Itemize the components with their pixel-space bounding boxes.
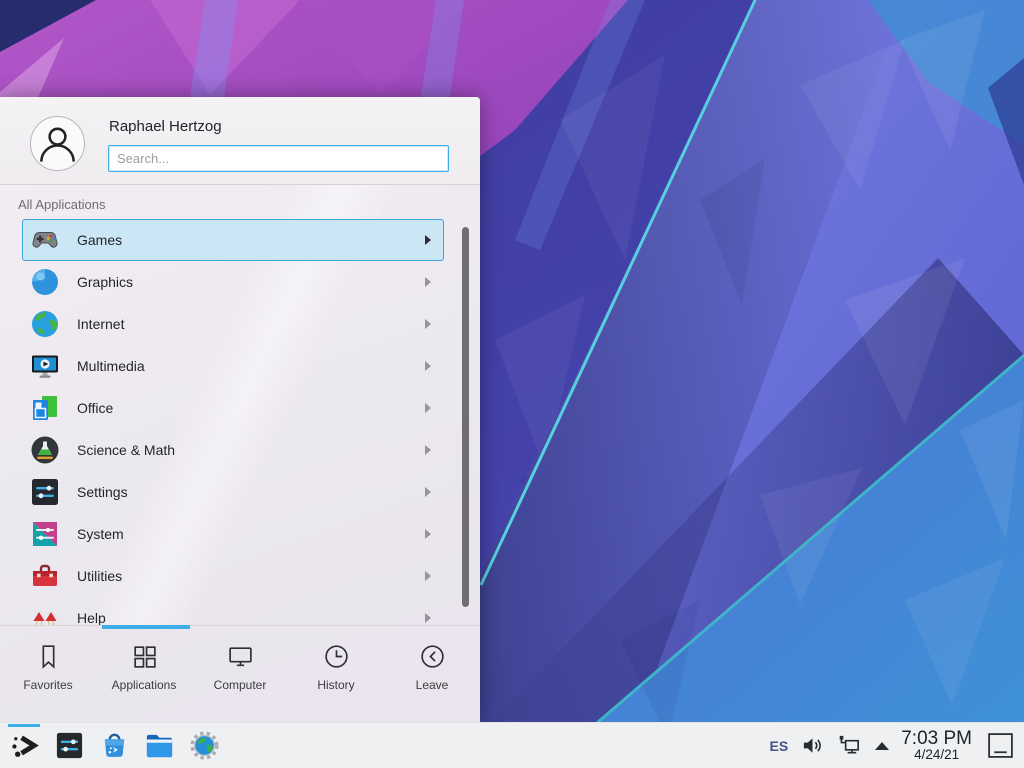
tab-leave[interactable]: Leave xyxy=(384,642,480,722)
tab-favorites[interactable]: Favorites xyxy=(0,642,96,722)
sliders-icon xyxy=(29,476,61,508)
tab-label: Computer xyxy=(214,678,267,692)
menu-item-label: Internet xyxy=(77,316,124,332)
tab-label: History xyxy=(317,678,354,692)
menu-item-games[interactable]: Games xyxy=(22,219,444,261)
category-list: Games Graphics Internet xyxy=(0,219,480,625)
toolbox-icon xyxy=(29,560,61,592)
system-tray: ES xyxy=(770,733,890,758)
web-browser-button[interactable] xyxy=(182,723,227,768)
digital-clock[interactable]: 7:03 PM 4/24/21 xyxy=(901,729,972,762)
menu-item-science-math[interactable]: Science & Math xyxy=(22,429,444,471)
file-manager-button[interactable] xyxy=(137,723,182,768)
active-task-indicator xyxy=(8,724,40,727)
tab-applications[interactable]: Applications xyxy=(96,642,192,722)
show-desktop-button[interactable] xyxy=(984,726,1016,766)
submenu-arrow-icon xyxy=(425,571,431,581)
discover-button[interactable] xyxy=(92,723,137,768)
clock-date: 4/24/21 xyxy=(901,748,972,762)
menu-item-label: Settings xyxy=(77,484,128,500)
submenu-arrow-icon xyxy=(425,487,431,497)
submenu-arrow-icon xyxy=(425,529,431,539)
system-settings-button[interactable] xyxy=(47,723,92,768)
history-clock-icon xyxy=(322,642,351,671)
menu-item-help[interactable]: Help xyxy=(22,597,444,625)
search-input[interactable] xyxy=(108,145,449,172)
menu-item-graphics[interactable]: Graphics xyxy=(22,261,444,303)
menu-item-multimedia[interactable]: Multimedia xyxy=(22,345,444,387)
clock-time: 7:03 PM xyxy=(901,729,972,748)
menu-item-label: Science & Math xyxy=(77,442,175,458)
help-icon xyxy=(29,602,61,625)
desktop: Raphael Hertzog All Applications Games xyxy=(0,0,1024,768)
keyboard-layout-indicator[interactable]: ES xyxy=(770,738,789,754)
submenu-arrow-icon xyxy=(425,613,431,623)
submenu-arrow-icon xyxy=(425,403,431,413)
submenu-arrow-icon xyxy=(425,361,431,371)
leave-icon xyxy=(418,642,447,671)
menu-item-label: Help xyxy=(77,610,106,625)
documents-icon xyxy=(29,392,61,424)
menu-item-office[interactable]: Office xyxy=(22,387,444,429)
menu-item-label: Graphics xyxy=(77,274,133,290)
web-browser-icon xyxy=(189,730,220,761)
submenu-arrow-icon xyxy=(425,445,431,455)
menu-item-settings[interactable]: Settings xyxy=(22,471,444,513)
system-settings-icon xyxy=(54,730,85,761)
tab-label: Favorites xyxy=(23,678,72,692)
wired-network-icon[interactable] xyxy=(837,733,862,758)
launcher-tab-bar: Favorites Applications Computer History … xyxy=(0,625,480,722)
scrollbar-thumb[interactable] xyxy=(462,227,469,607)
launcher-header: Raphael Hertzog xyxy=(0,97,480,185)
menu-item-label: System xyxy=(77,526,124,542)
grid-icon xyxy=(130,642,159,671)
volume-icon[interactable] xyxy=(801,734,824,757)
menu-item-label: Multimedia xyxy=(77,358,145,374)
sphere-icon xyxy=(29,266,61,298)
gamepad-icon xyxy=(29,224,61,256)
menu-item-label: Games xyxy=(77,232,122,248)
bookmark-icon xyxy=(34,642,63,671)
menu-item-label: Office xyxy=(77,400,113,416)
file-manager-icon xyxy=(144,730,175,761)
show-desktop-icon xyxy=(986,731,1015,760)
menu-item-utilities[interactable]: Utilities xyxy=(22,555,444,597)
application-launcher-popup: Raphael Hertzog All Applications Games xyxy=(0,97,480,722)
tab-computer[interactable]: Computer xyxy=(192,642,288,722)
menu-item-internet[interactable]: Internet xyxy=(22,303,444,345)
menu-item-label: Utilities xyxy=(77,568,122,584)
active-tab-indicator xyxy=(102,625,190,629)
submenu-arrow-icon xyxy=(425,277,431,287)
tab-history[interactable]: History xyxy=(288,642,384,722)
media-screen-icon xyxy=(29,350,61,382)
menu-item-system[interactable]: System xyxy=(22,513,444,555)
user-icon xyxy=(31,117,84,171)
system-sliders-icon xyxy=(29,518,61,550)
submenu-arrow-icon xyxy=(425,235,431,245)
flask-icon xyxy=(29,434,61,466)
application-list: All Applications Games Graphics xyxy=(0,185,480,625)
tab-label: Leave xyxy=(416,678,449,692)
discover-icon xyxy=(99,730,130,761)
user-name: Raphael Hertzog xyxy=(109,118,222,135)
taskbar-panel: ES 7:03 PM 4/24/21 xyxy=(0,722,1024,768)
user-avatar[interactable] xyxy=(30,116,85,171)
submenu-arrow-icon xyxy=(425,319,431,329)
globe-icon xyxy=(29,308,61,340)
monitor-icon xyxy=(226,642,255,671)
expand-tray-arrow-icon[interactable] xyxy=(875,742,889,750)
section-label: All Applications xyxy=(18,197,480,212)
kde-launcher-icon xyxy=(9,730,40,761)
tab-label: Applications xyxy=(112,678,177,692)
launcher-button[interactable] xyxy=(2,723,47,768)
